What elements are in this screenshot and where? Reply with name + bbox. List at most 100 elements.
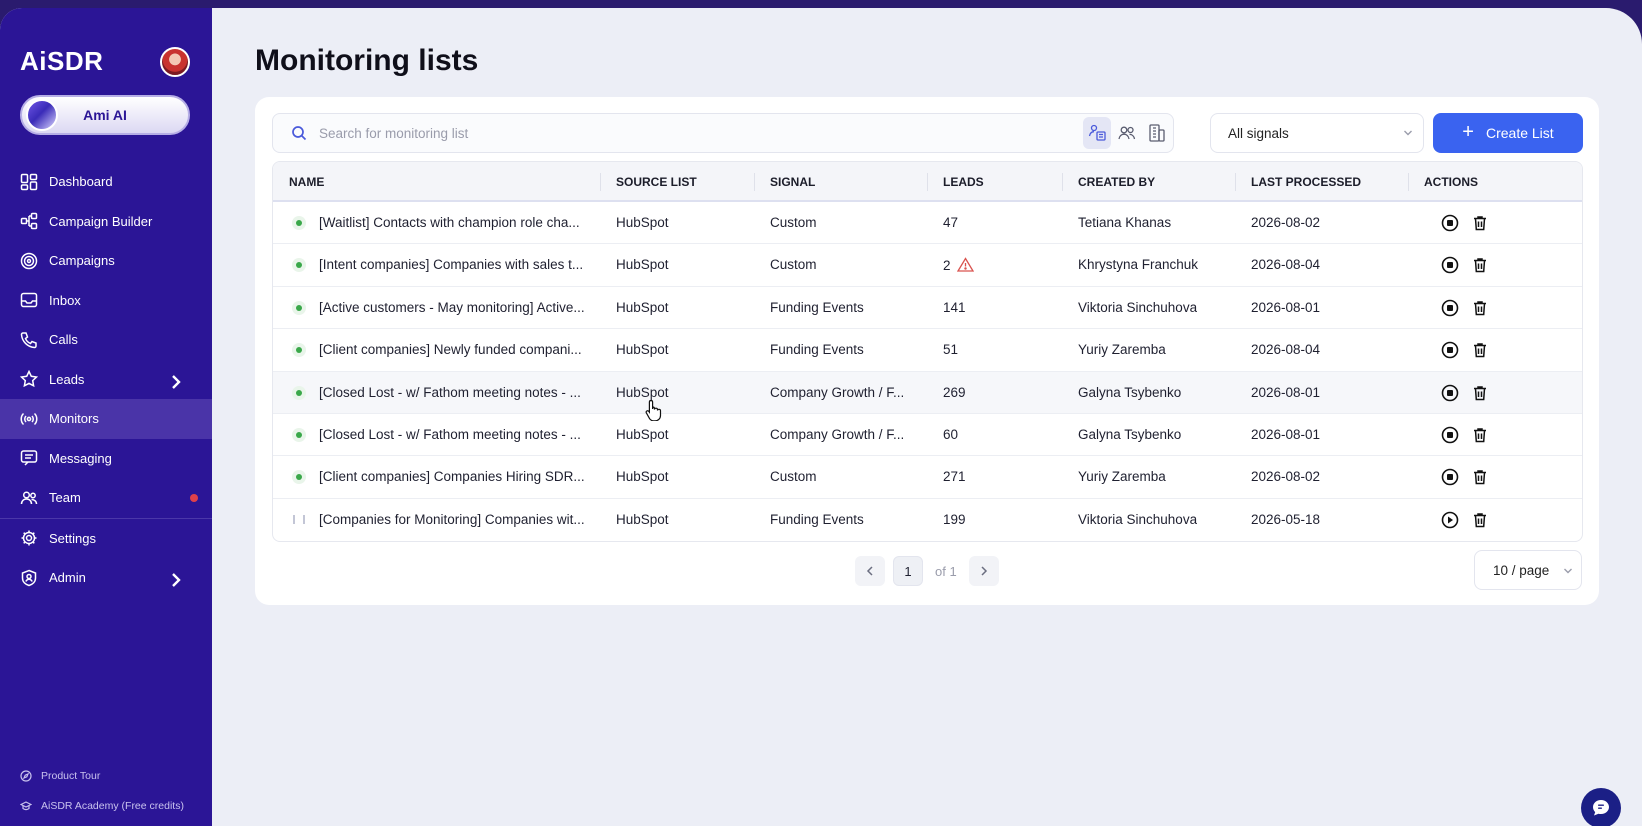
sidebar-item-settings[interactable]: Settings — [0, 519, 212, 559]
table-row[interactable]: [Companies for Monitoring] Companies wit… — [273, 499, 1582, 541]
cell-last-processed: 2026-08-01 — [1251, 300, 1320, 315]
sidebar-item-label: Monitors — [49, 411, 99, 427]
trash-icon[interactable] — [1470, 255, 1490, 275]
trash-icon[interactable] — [1470, 213, 1490, 233]
cell-name[interactable]: [Active customers - May monitoring] Acti… — [319, 300, 585, 315]
cell-last-processed-text: 2026-05-18 — [1251, 511, 1321, 527]
product-tour-link[interactable]: Product Tour — [20, 770, 100, 782]
sidebar: AiSDR Ami AI Dashboard Campaign Builder … — [0, 8, 212, 826]
stop-icon[interactable] — [1440, 340, 1460, 360]
cell-name[interactable]: [Closed Lost - w/ Fathom meeting notes -… — [319, 385, 581, 400]
table-row[interactable]: [Waitlist] Contacts with champion role c… — [273, 202, 1582, 245]
cell-leads: 51 — [943, 342, 958, 357]
table-row[interactable]: [Active customers - May monitoring] Acti… — [273, 287, 1582, 330]
sidebar-item-dashboard[interactable]: Dashboard — [0, 162, 212, 202]
contact-list-toggle[interactable] — [1083, 117, 1111, 149]
column-header-created-by[interactable]: CREATED BY — [1078, 175, 1155, 189]
ami-ai-button[interactable]: Ami AI — [20, 95, 190, 135]
cell-signal-text: Funding Events — [770, 342, 864, 358]
search-input[interactable] — [319, 125, 1019, 141]
column-header-signal[interactable]: SIGNAL — [770, 175, 815, 189]
trash-icon[interactable] — [1470, 298, 1490, 318]
cell-last-processed-text: 2026-08-02 — [1251, 469, 1321, 485]
trash-icon[interactable] — [1470, 340, 1490, 360]
sidebar-item-campaigns[interactable]: Campaigns — [0, 241, 212, 281]
column-divider — [1408, 173, 1409, 191]
cell-last-processed: 2026-08-04 — [1251, 342, 1320, 357]
table-row[interactable]: [Closed Lost - w/ Fathom meeting notes -… — [273, 414, 1582, 457]
academy-label: AiSDR Academy (Free credits) — [41, 800, 184, 812]
cell-source-list-text: HubSpot — [616, 469, 669, 485]
signals-filter-value: All signals — [1228, 125, 1289, 141]
trash-icon[interactable] — [1470, 510, 1490, 530]
cell-source-list-text: HubSpot — [616, 511, 669, 527]
stop-icon[interactable] — [1440, 425, 1460, 445]
stop-icon[interactable] — [1440, 213, 1460, 233]
sidebar-item-admin[interactable]: Admin — [0, 558, 212, 598]
cell-source-list: HubSpot — [616, 427, 669, 442]
page-size-select[interactable]: 10 / page — [1474, 550, 1582, 590]
column-header-name[interactable]: NAME — [289, 175, 324, 189]
cell-name[interactable]: [Intent companies] Companies with sales … — [319, 257, 583, 272]
cell-signal-text: Funding Events — [770, 511, 864, 527]
next-page-button[interactable] — [968, 556, 999, 586]
trash-icon[interactable] — [1470, 425, 1490, 445]
column-header-source[interactable]: SOURCE LIST — [616, 175, 697, 189]
company-toggle[interactable] — [1143, 117, 1171, 149]
cell-last-processed-text: 2026-08-04 — [1251, 257, 1321, 273]
cell-name[interactable]: [Client companies] Newly funded compani.… — [319, 342, 582, 357]
trash-icon[interactable] — [1470, 383, 1490, 403]
sidebar-item-leads[interactable]: Leads — [0, 360, 212, 400]
stop-icon[interactable] — [1440, 255, 1460, 275]
chat-support-button[interactable] — [1581, 788, 1621, 826]
cell-signal: Custom — [770, 215, 817, 230]
cell-source-list: HubSpot — [616, 215, 669, 230]
cell-signal-text: Custom — [770, 257, 817, 273]
cell-name-text: [Client companies] Newly funded compani.… — [319, 342, 582, 358]
cell-name-text: [Active customers - May monitoring] Acti… — [319, 299, 585, 315]
warning-icon — [956, 257, 974, 273]
cell-source-list: HubSpot — [616, 300, 669, 315]
cell-name[interactable]: [Companies for Monitoring] Companies wit… — [319, 512, 585, 527]
cell-leads: 47 — [943, 215, 958, 230]
building-icon — [1149, 124, 1165, 142]
sidebar-item-monitors[interactable]: Monitors — [0, 399, 212, 439]
cell-leads-text: 199 — [943, 511, 966, 527]
user-avatar[interactable] — [160, 47, 190, 77]
table-row[interactable]: [Client companies] Companies Hiring SDR.… — [273, 456, 1582, 499]
cell-created-by: Khrystyna Franchuk — [1078, 257, 1198, 272]
people-toggle[interactable] — [1113, 117, 1141, 149]
create-list-button[interactable]: + Create List — [1433, 113, 1583, 153]
sidebar-item-label: Inbox — [49, 292, 81, 308]
sidebar-item-inbox[interactable]: Inbox — [0, 281, 212, 321]
sidebar-item-messaging[interactable]: Messaging — [0, 439, 212, 479]
cell-name-text: [Closed Lost - w/ Fathom meeting notes -… — [319, 384, 581, 400]
sidebar-item-calls[interactable]: Calls — [0, 320, 212, 360]
signals-filter-select[interactable]: All signals — [1210, 113, 1424, 153]
cell-leads: 271 — [943, 469, 966, 484]
stop-icon[interactable] — [1440, 467, 1460, 487]
prev-page-button[interactable] — [855, 556, 885, 586]
table-row[interactable]: [Closed Lost - w/ Fathom meeting notes -… — [273, 371, 1582, 414]
stop-icon[interactable] — [1440, 383, 1460, 403]
sidebar-item-campaign-builder[interactable]: Campaign Builder — [0, 202, 212, 242]
cell-name[interactable]: [Client companies] Companies Hiring SDR.… — [319, 469, 585, 484]
stop-icon[interactable] — [1440, 298, 1460, 318]
cell-name[interactable]: [Waitlist] Contacts with champion role c… — [319, 215, 580, 230]
cell-leads-text: 141 — [943, 299, 966, 315]
active-status-dot — [292, 343, 306, 358]
cell-name[interactable]: [Closed Lost - w/ Fathom meeting notes -… — [319, 427, 581, 442]
sidebar-item-team[interactable]: Team — [0, 478, 212, 518]
sidebar-item-label: Campaigns — [49, 253, 115, 269]
cell-signal-text: Custom — [770, 215, 817, 230]
column-header-leads[interactable]: LEADS — [943, 175, 984, 189]
table-row[interactable]: [Client companies] Newly funded compani.… — [273, 329, 1582, 372]
academy-link[interactable]: AiSDR Academy (Free credits) — [20, 800, 184, 812]
team-icon — [20, 491, 38, 504]
cell-leads-text: 2 — [943, 258, 951, 274]
table-row[interactable]: [Intent companies] Companies with sales … — [273, 244, 1582, 287]
trash-icon[interactable] — [1470, 467, 1490, 487]
current-page-button[interactable]: 1 — [893, 556, 923, 586]
column-header-last-processed[interactable]: LAST PROCESSED — [1251, 175, 1361, 189]
resume-icon[interactable] — [1440, 510, 1460, 530]
